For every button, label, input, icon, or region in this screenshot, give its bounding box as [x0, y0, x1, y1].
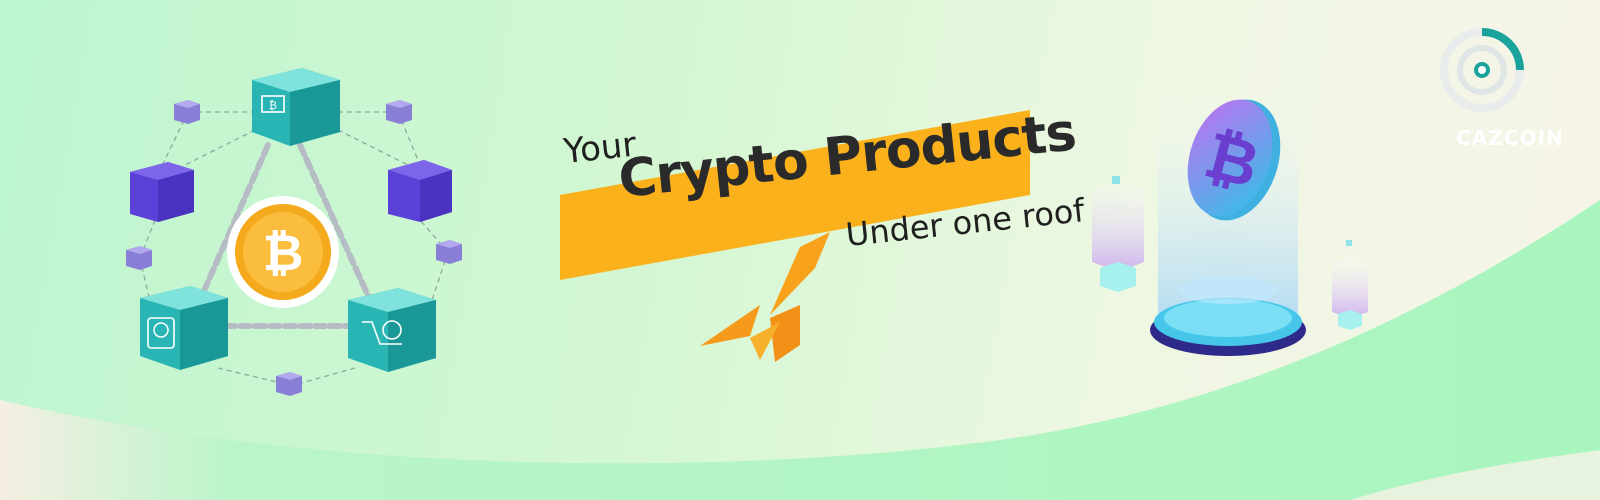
- teal-cube-top: ₿: [252, 68, 340, 146]
- blockchain-network: ₿ ₿: [126, 68, 462, 396]
- cazcoin-logo-icon: [1440, 28, 1524, 112]
- crypto-platform-illustration: ₿: [1092, 95, 1368, 356]
- svg-text:₿: ₿: [263, 224, 304, 282]
- brand-name: CAZCOIN: [1456, 126, 1564, 150]
- svg-text:₿: ₿: [269, 99, 277, 112]
- bitcoin-icon: ₿: [227, 196, 339, 308]
- teal-cube-right: [348, 288, 436, 372]
- promo-banner: ₿ ₿ ₿ Your Crypto Products Under one roo…: [0, 0, 1600, 500]
- banner-illustration: ₿ ₿ ₿: [0, 28, 1600, 500]
- teal-cube-left: [140, 286, 228, 370]
